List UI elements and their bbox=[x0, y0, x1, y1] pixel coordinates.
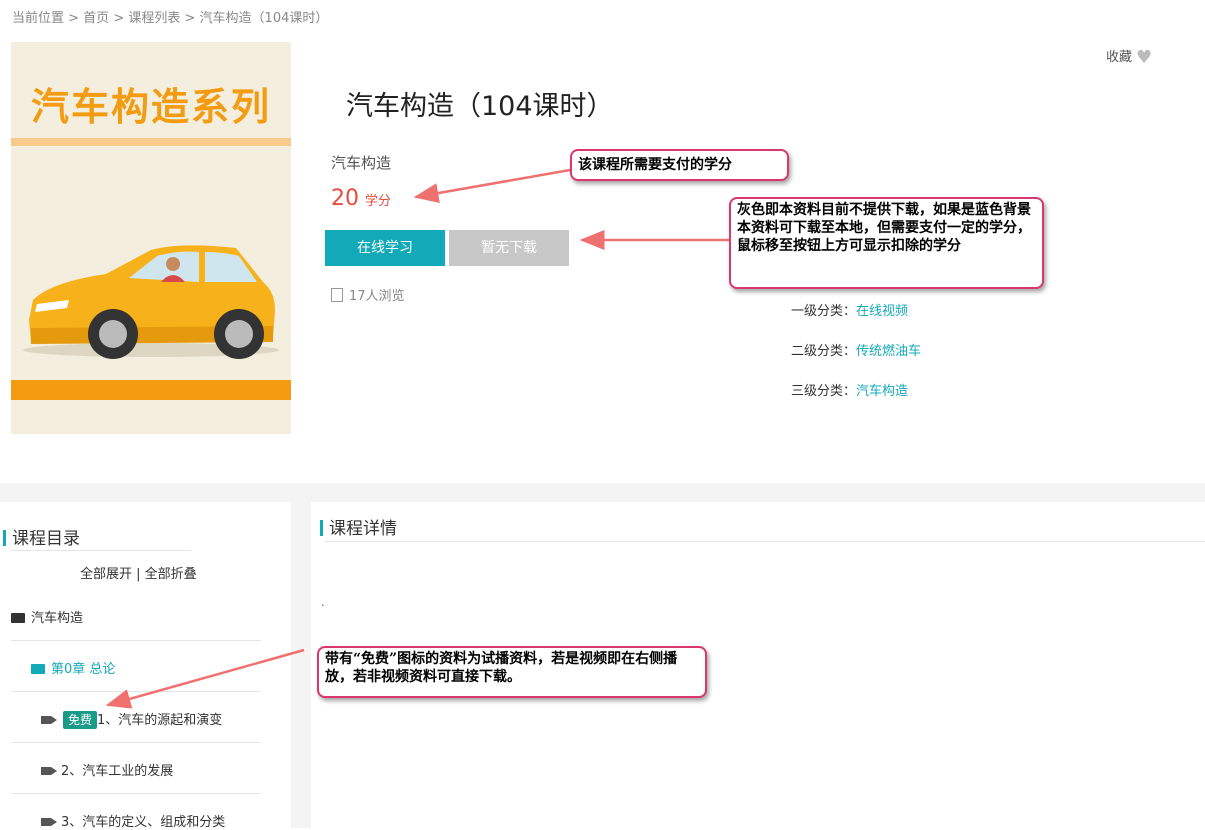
annotation-arrow bbox=[413, 168, 571, 203]
credit-callout: 该课程所需要支付的学分 bbox=[570, 149, 789, 181]
download-callout: 灰色即本资料目前不提供下载，如果是蓝色背景本资料可下载至本地，但需要支付一定的学… bbox=[729, 197, 1044, 289]
annotation-arrow bbox=[105, 648, 305, 709]
annotation-arrows bbox=[105, 168, 729, 709]
free-callout: 带有“免费”图标的资料为试播资料，若是视频即在右侧播放，若非视频资料可直接下载。 bbox=[317, 646, 707, 698]
